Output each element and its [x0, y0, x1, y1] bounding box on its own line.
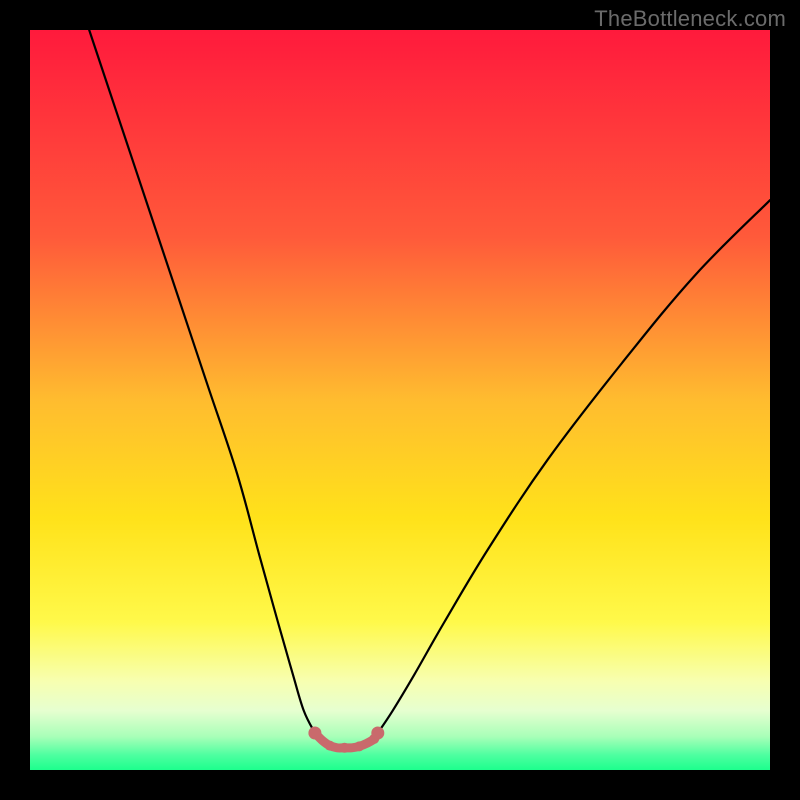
curve-layer: [30, 30, 770, 770]
trough-dot: [325, 741, 335, 751]
curve-left-branch: [89, 30, 315, 733]
trough-dot: [354, 741, 364, 751]
trough-dot: [371, 727, 384, 740]
chart-frame: TheBottleneck.com: [0, 0, 800, 800]
trough-dot: [340, 743, 350, 753]
watermark-text: TheBottleneck.com: [594, 6, 786, 32]
trough-dot: [308, 727, 321, 740]
curve-right-branch: [378, 200, 770, 733]
plot-area: [30, 30, 770, 770]
